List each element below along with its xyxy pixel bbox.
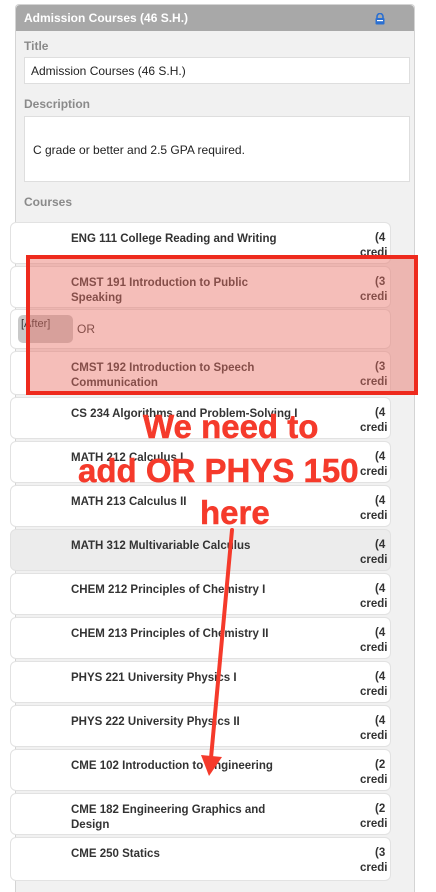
annotation-arrow — [201, 528, 234, 776]
